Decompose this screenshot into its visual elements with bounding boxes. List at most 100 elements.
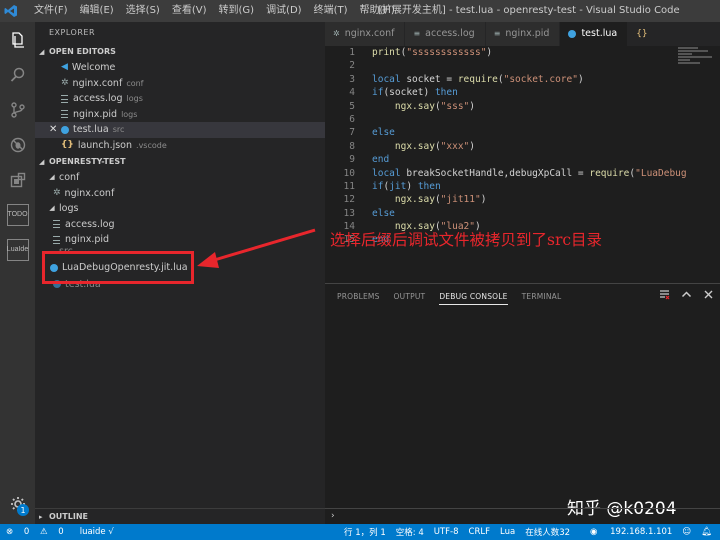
extensions-icon[interactable] [0, 162, 35, 197]
code-line: 6 [349, 113, 355, 125]
debug-console-input[interactable]: › [325, 508, 720, 524]
warning-icon: ⚠ [39, 527, 48, 537]
indent-status[interactable]: 空格: 4 [396, 526, 424, 538]
repl-prompt: › [331, 511, 335, 521]
json-file-icon: {} [61, 139, 74, 150]
clear-console-icon[interactable] [659, 289, 670, 303]
tree-folder-logs[interactable]: ◢ logs [35, 201, 325, 217]
title-bar: 文件(F) 编辑(E) 选择(S) 查看(V) 转到(G) 调试(D) 终端(T… [0, 0, 720, 22]
code-line: 7 else [349, 127, 395, 139]
eol-status[interactable]: CRLF [469, 527, 490, 537]
open-editor-item-welcome[interactable]: ◀ Welcome [35, 60, 325, 76]
encoding-status[interactable]: UTF-8 [434, 527, 459, 537]
menu-debug[interactable]: 调试(D) [260, 0, 308, 22]
luaide-label-ide: Ide [18, 245, 29, 253]
open-editor-item-access-log[interactable]: access.log logs [35, 91, 325, 107]
tab-output[interactable]: OUTPUT [394, 292, 426, 301]
menu-selection[interactable]: 选择(S) [120, 0, 166, 22]
luaide-status[interactable]: luaide √ [80, 527, 114, 537]
tab-nginx-pid[interactable]: ≡ nginx.pid [485, 22, 561, 46]
source-control-icon[interactable] [0, 92, 35, 127]
tab-problems[interactable]: PROBLEMS [337, 292, 380, 301]
menu-bar: 文件(F) 编辑(E) 选择(S) 查看(V) 转到(G) 调试(D) 终端(T… [28, 0, 401, 22]
notification-badge: 1 [17, 504, 29, 516]
code-line: 3 local socket = require("socket.core") [349, 73, 584, 85]
text-file-icon: ≡ [493, 29, 501, 38]
close-icon[interactable]: ✕ [49, 122, 57, 138]
cursor-position[interactable]: 行 1，列 1 [344, 526, 386, 538]
search-icon[interactable] [0, 57, 35, 92]
config-file-icon: ✲ [53, 187, 61, 198]
tab-debug-console[interactable]: DEBUG CONSOLE [439, 292, 508, 305]
text-file-icon [53, 235, 60, 244]
tab-test-lua[interactable]: test.lua [560, 22, 629, 46]
close-panel-icon[interactable] [703, 289, 714, 303]
tree-folder-conf[interactable]: ◢ conf [35, 170, 325, 186]
luaide-icon[interactable]: Lua Ide [0, 232, 35, 267]
online-count: 在线人数32 [525, 528, 571, 538]
open-editor-item-nginx-pid[interactable]: nginx.pid logs [35, 107, 325, 123]
text-file-icon [61, 110, 68, 119]
bell-icon[interactable]: 🔔︎ [701, 527, 712, 537]
code-line: 11 if(jit) then [343, 180, 441, 192]
chevron-down-icon: ◢ [39, 48, 45, 56]
ip-status: ◉ 192.168.1.101 [590, 527, 673, 537]
maximize-panel-icon[interactable] [681, 289, 692, 303]
highlight-box [42, 251, 194, 284]
code-line: 1 print("ssssssssssss") [349, 47, 493, 58]
sidebar-title: EXPLORER [49, 28, 95, 37]
chevron-down-icon: ◢ [39, 158, 45, 166]
annotation-text: 选择后缀后调试文件被拷贝到了src目录 [330, 231, 603, 249]
open-editor-item-launch-json[interactable]: {} launch.json .vscode [35, 138, 325, 154]
error-icon: ⊗ [6, 527, 14, 537]
tree-file-nginx-conf[interactable]: ✲ nginx.conf [35, 186, 325, 202]
code-line: 2 [349, 60, 355, 72]
activity-bar: TODO Lua Ide 1 [0, 22, 35, 524]
menu-view[interactable]: 查看(V) [166, 0, 213, 22]
lua-file-icon [61, 125, 69, 134]
vscode-file-icon: ◀ [61, 62, 68, 72]
minimap[interactable] [678, 46, 716, 76]
outline-header[interactable]: ▸ OUTLINE [35, 508, 325, 524]
open-editor-item-nginx-conf[interactable]: ✲ nginx.conf conf [35, 76, 325, 92]
tab-actions: {} [628, 22, 651, 46]
tab-access-log[interactable]: ≡ access.log [405, 22, 486, 46]
code-line: 13 else [343, 207, 395, 219]
text-file-icon [53, 220, 60, 229]
code-line: 12 ngx.say("jit11") [343, 194, 487, 206]
open-editors-header[interactable]: ◢ OPEN EDITORS [35, 44, 325, 60]
feedback-icon[interactable]: ☺ [682, 527, 691, 537]
menu-file[interactable]: 文件(F) [28, 0, 74, 22]
annotation-arrow-icon [197, 228, 316, 268]
explorer-icon[interactable] [0, 22, 35, 57]
language-status[interactable]: Lua [500, 527, 515, 537]
chevron-down-icon: ◢ [49, 173, 55, 181]
debug-icon[interactable] [0, 127, 35, 162]
luaide-label-lua: Lua [6, 245, 19, 253]
config-file-icon: ✲ [333, 29, 340, 38]
menu-terminal[interactable]: 终端(T) [308, 0, 354, 22]
panel-actions [648, 289, 714, 303]
menu-go[interactable]: 转到(G) [213, 0, 261, 22]
folder-header[interactable]: ◢ OPENRESTY-TEST [35, 154, 325, 170]
todo-icon[interactable]: TODO [0, 197, 35, 232]
window-title: [扩展开发主机] - test.lua - openresty-test - V… [378, 5, 680, 16]
chevron-right-icon: ▸ [39, 513, 43, 521]
manage-gear-icon[interactable]: 1 [0, 490, 35, 518]
editor-tabs: ✲ nginx.conf ≡ access.log ≡ nginx.pid te… [325, 22, 720, 46]
open-json-icon[interactable]: {} [636, 29, 647, 39]
text-file-icon [61, 94, 68, 103]
globe-icon: ◉ [590, 527, 601, 537]
tab-terminal[interactable]: TERMINAL [522, 292, 562, 301]
code-line: 4 if(socket) then [349, 87, 458, 99]
problems-status[interactable]: ⊗ 0 ⚠ 0 [6, 527, 72, 537]
menu-edit[interactable]: 编辑(E) [74, 0, 120, 22]
code-line: 5 ngx.say("sss") [349, 100, 476, 112]
vscode-logo-icon [0, 0, 22, 22]
code-line: 9 end [349, 154, 390, 166]
status-bar: ⊗ 0 ⚠ 0 luaide √ 行 1，列 1 空格: 4 UTF-8 CRL… [0, 524, 720, 540]
bottom-panel: PROBLEMS OUTPUT DEBUG CONSOLE TERMINAL 知… [325, 283, 720, 524]
text-file-icon: ≡ [413, 29, 421, 38]
tab-nginx-conf[interactable]: ✲ nginx.conf [325, 22, 406, 46]
open-editor-item-test-lua[interactable]: ✕ test.lua src [35, 122, 325, 138]
